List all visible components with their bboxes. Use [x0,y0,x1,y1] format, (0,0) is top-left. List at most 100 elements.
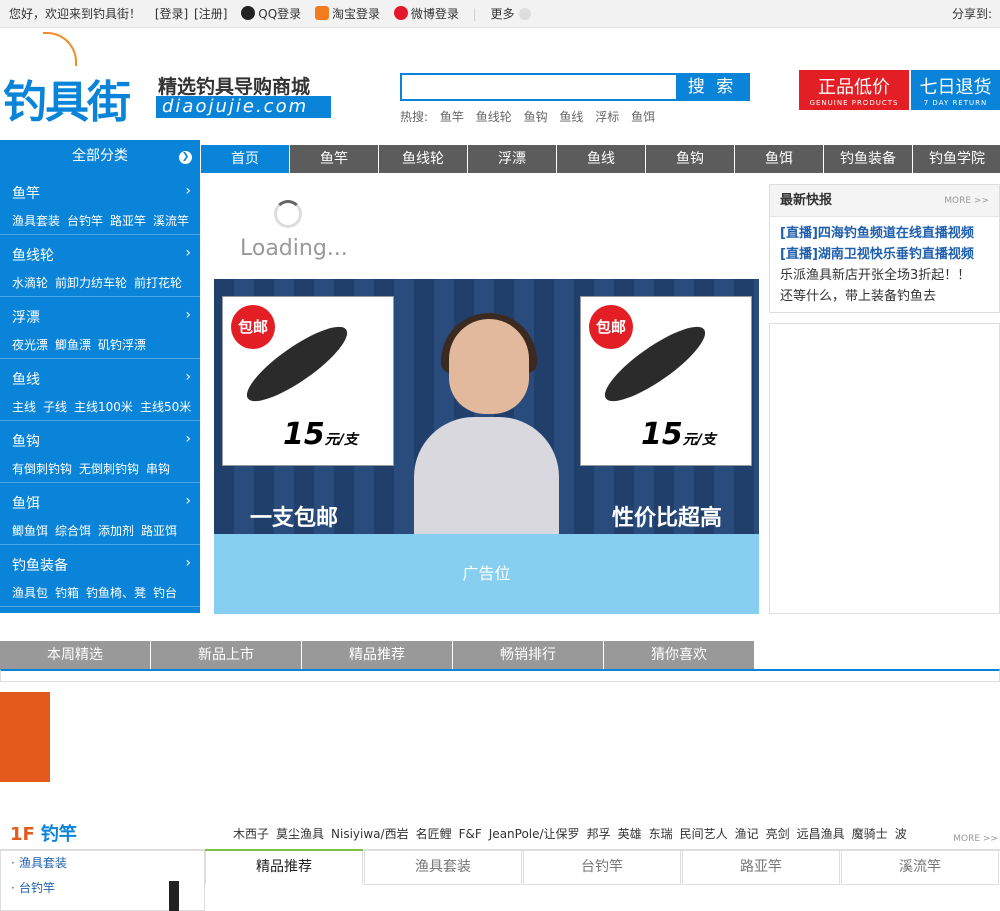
category-sub-link[interactable]: 钓鱼椅、凳 [86,586,146,600]
category-sub-link[interactable]: 主线 [12,400,36,414]
weibo-login-link[interactable]: 微博登录 [393,6,459,21]
category-title[interactable]: 鱼线 [12,369,40,389]
nav-tab-bait[interactable]: 鱼饵 [735,145,823,173]
nav-tab-rod[interactable]: 鱼竿 [290,145,378,173]
hot-term[interactable]: 鱼线 [559,110,583,124]
news-item[interactable]: 乐派渔具新店开张全场3折起！！ [770,265,999,286]
floor-link[interactable]: 渔具套装 [1,851,204,876]
brand-link[interactable]: 邦孚 [587,827,611,841]
brand-link[interactable]: 东瑞 [649,827,673,841]
brand-link[interactable]: JeanPole/让保罗 [489,827,580,841]
register-link[interactable]: [注册] [194,7,227,21]
category-item[interactable]: 钓鱼装备 › 渔具包 钓箱 钓鱼椅、凳 钓台 [0,545,200,607]
floor-tab[interactable]: 精品推荐 [205,851,363,885]
brand-link[interactable]: 波 [895,827,907,841]
category-item[interactable]: 鱼线轮 › 水滴轮 前卸力纺车轮 前打花轮 [0,235,200,297]
taobao-login-link[interactable]: 淘宝登录 [314,6,380,21]
hot-term[interactable]: 鱼饵 [631,110,655,124]
brand-link[interactable]: 渔记 [735,827,759,841]
category-sub-link[interactable]: 路亚竿 [110,214,146,228]
category-sub-link[interactable]: 子线 [43,400,67,414]
floor-tab[interactable]: 溪流竿 [841,851,999,885]
brand-link[interactable]: 民间艺人 [680,827,728,841]
category-item[interactable]: 浮漂 › 夜光漂 鲫鱼漂 矶钓浮漂 [0,297,200,359]
brand-link[interactable]: 木西子 [233,827,269,841]
category-title[interactable]: 浮漂 [12,307,40,327]
category-item[interactable]: 鱼竿 › 渔具套装 台钓竿 路亚竿 溪流竿 [0,173,200,235]
category-sub-link[interactable]: 无倒刺钓钩 [79,462,139,476]
nav-tab-home[interactable]: 首页 [201,145,289,173]
nav-tab-line[interactable]: 鱼线 [557,145,645,173]
side-float-block[interactable] [0,692,50,782]
search-button[interactable]: 搜 索 [676,75,748,99]
brand-link[interactable]: 名匠鲤 [416,827,452,841]
brand-link[interactable]: F&F [459,827,482,841]
category-sub-link[interactable]: 主线50米 [140,400,191,414]
nav-tab-float[interactable]: 浮漂 [468,145,556,173]
site-logo[interactable]: 钓具街 精选钓具导购商城 diaojujie.com [3,30,333,128]
tab-recommended[interactable]: 精品推荐 [302,641,452,669]
hot-term[interactable]: 鱼钩 [524,110,548,124]
news-item[interactable]: 还等什么，带上装备钓鱼去 [770,286,999,307]
nav-tab-academy[interactable]: 钓鱼学院 [913,145,1000,173]
category-sub-link[interactable]: 夜光漂 [12,338,48,352]
brand-link[interactable]: 英雄 [618,827,642,841]
all-categories-button[interactable]: 全部分类 ❯ [0,140,200,173]
promo-banner[interactable]: 包邮 15元/支 包邮 15元/支 一支包邮 性价比超高 [214,279,759,534]
category-sub-link[interactable]: 钓台 [153,586,177,600]
category-sub-link[interactable]: 鲫鱼漂 [55,338,91,352]
hot-term[interactable]: 鱼竿 [440,110,464,124]
login-link[interactable]: [登录] [155,7,188,21]
category-item[interactable]: 鱼线 › 主线 子线 主线100米 主线50米 [0,359,200,421]
tab-you-may-like[interactable]: 猜你喜欢 [604,641,754,669]
category-sub-link[interactable]: 串钩 [146,462,170,476]
category-title[interactable]: 鱼饵 [12,493,40,513]
nav-tab-reel[interactable]: 鱼线轮 [379,145,467,173]
floor-more-link[interactable]: MORE >> [953,834,998,844]
hot-term[interactable]: 鱼线轮 [476,110,512,124]
brand-link[interactable]: 莫尘渔具 [276,827,324,841]
category-item[interactable]: 鱼饵 › 鲫鱼饵 综合饵 添加剂 路亚饵 [0,483,200,545]
category-sub-link[interactable]: 渔具包 [12,586,48,600]
floor-tab[interactable]: 台钓竿 [523,851,681,885]
category-sub-link[interactable]: 水滴轮 [12,276,48,290]
news-item[interactable]: [直播]四海钓鱼频道在线直播视频 [770,223,999,244]
category-sub-link[interactable]: 钓箱 [55,586,79,600]
floor-tab[interactable]: 渔具套装 [364,851,522,885]
tab-bestsellers[interactable]: 畅销排行 [453,641,603,669]
nav-tab-hook[interactable]: 鱼钩 [646,145,734,173]
tab-new-arrivals[interactable]: 新品上市 [151,641,301,669]
category-sub-link[interactable]: 台钓竿 [67,214,103,228]
category-sub-link[interactable]: 矶钓浮漂 [98,338,146,352]
category-sub-link[interactable]: 有倒刺钓钩 [12,462,72,476]
chevron-right-icon: › [185,369,191,385]
news-item[interactable]: [直播]湖南卫视快乐垂钓直播视频 [770,244,999,265]
category-title[interactable]: 鱼钩 [12,431,40,451]
category-sub-link[interactable]: 添加剂 [98,524,134,538]
category-sub-link[interactable]: 主线100米 [74,400,133,414]
brand-link[interactable]: 亮剑 [766,827,790,841]
category-title[interactable]: 鱼竿 [12,183,40,203]
category-sub-link[interactable]: 前打花轮 [134,276,182,290]
category-sub-link[interactable]: 溪流竿 [153,214,189,228]
qq-login-link[interactable]: QQ登录 [241,6,301,21]
more-menu[interactable]: 更多 [491,7,531,21]
hot-term[interactable]: 浮标 [595,110,619,124]
floor-tab[interactable]: 路亚竿 [682,851,840,885]
news-more-link[interactable]: MORE >> [944,185,989,217]
brand-link[interactable]: 远昌渔具 [797,827,845,841]
category-sub-link[interactable]: 鲫鱼饵 [12,524,48,538]
nav-tab-gear[interactable]: 钓鱼装备 [824,145,912,173]
category-sub-link[interactable]: 路亚饵 [141,524,177,538]
category-sub-link[interactable]: 前卸力纺车轮 [55,276,127,290]
search-input[interactable] [402,75,678,99]
tab-weekly-picks[interactable]: 本周精选 [0,641,150,669]
category-item[interactable]: 鱼钩 › 有倒刺钓钩 无倒刺钓钩 串钩 [0,421,200,483]
ad-slot[interactable]: 广告位 [214,534,759,614]
brand-link[interactable]: 魔骑士 [852,827,888,841]
category-sub-link[interactable]: 渔具套装 [12,214,60,228]
brand-link[interactable]: Nisiyiwa/西岩 [331,827,409,841]
category-title[interactable]: 钓鱼装备 [12,555,68,575]
category-sub-link[interactable]: 综合饵 [55,524,91,538]
category-title[interactable]: 鱼线轮 [12,245,54,265]
